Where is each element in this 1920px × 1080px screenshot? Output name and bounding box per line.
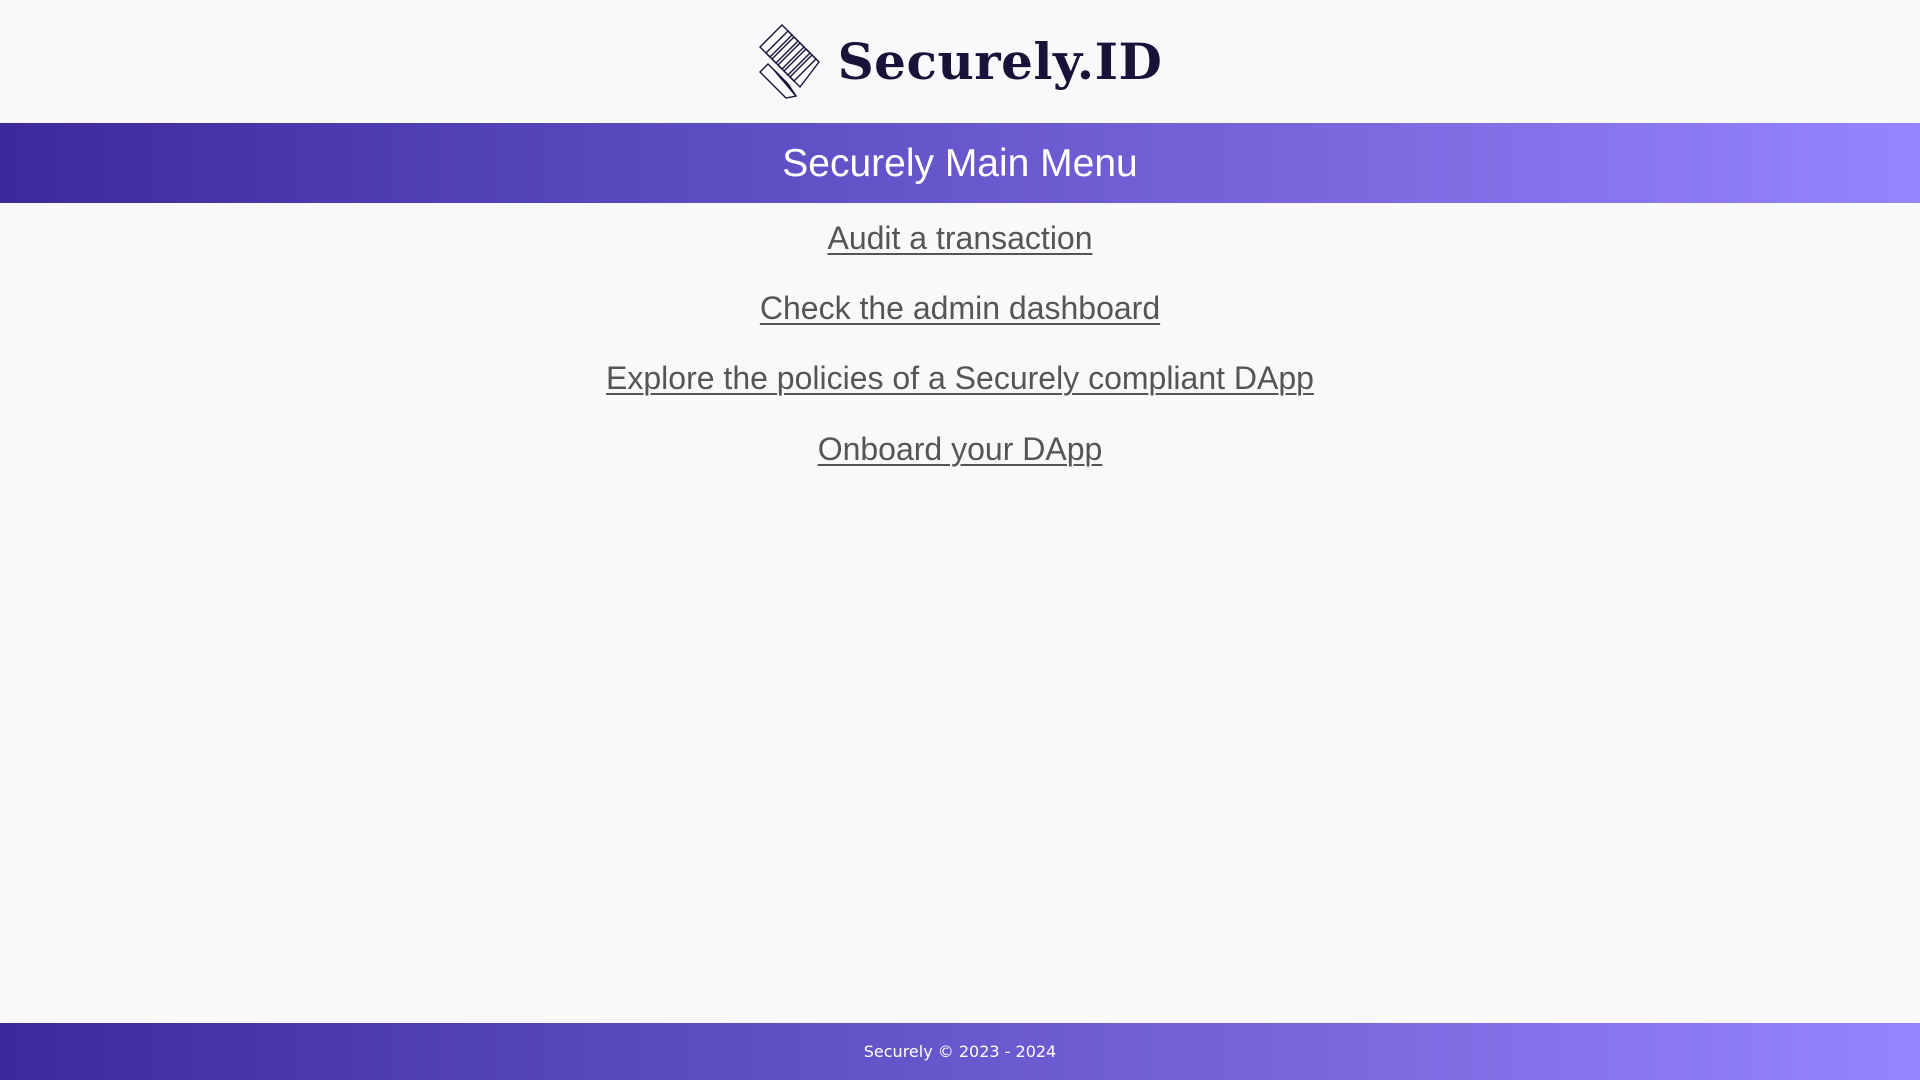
title-banner: Securely Main Menu bbox=[0, 123, 1920, 203]
admin-dashboard-link[interactable]: Check the admin dashboard bbox=[760, 290, 1160, 327]
copyright-text: Securely © 2023 - 2024 bbox=[863, 1042, 1057, 1061]
menu-item: Explore the policies of a Securely compl… bbox=[0, 344, 1920, 415]
audit-transaction-link[interactable]: Audit a transaction bbox=[827, 220, 1092, 257]
explore-policies-link[interactable]: Explore the policies of a Securely compl… bbox=[606, 360, 1314, 397]
menu-item: Audit a transaction bbox=[0, 203, 1920, 273]
main-menu: Audit a transaction Check the admin dash… bbox=[0, 203, 1920, 485]
page-title: Securely Main Menu bbox=[782, 141, 1138, 185]
menu-item: Check the admin dashboard bbox=[0, 273, 1920, 344]
footer: Securely © 2023 - 2024 bbox=[0, 1023, 1920, 1080]
brand-name: Securely.ID bbox=[837, 31, 1163, 91]
layered-diamond-logo-icon bbox=[758, 23, 820, 99]
logo-bar: Securely.ID bbox=[0, 0, 1920, 123]
onboard-dapp-link[interactable]: Onboard your DApp bbox=[818, 431, 1103, 468]
brand-logo[interactable]: Securely.ID bbox=[758, 23, 1163, 100]
menu-item: Onboard your DApp bbox=[0, 414, 1920, 485]
